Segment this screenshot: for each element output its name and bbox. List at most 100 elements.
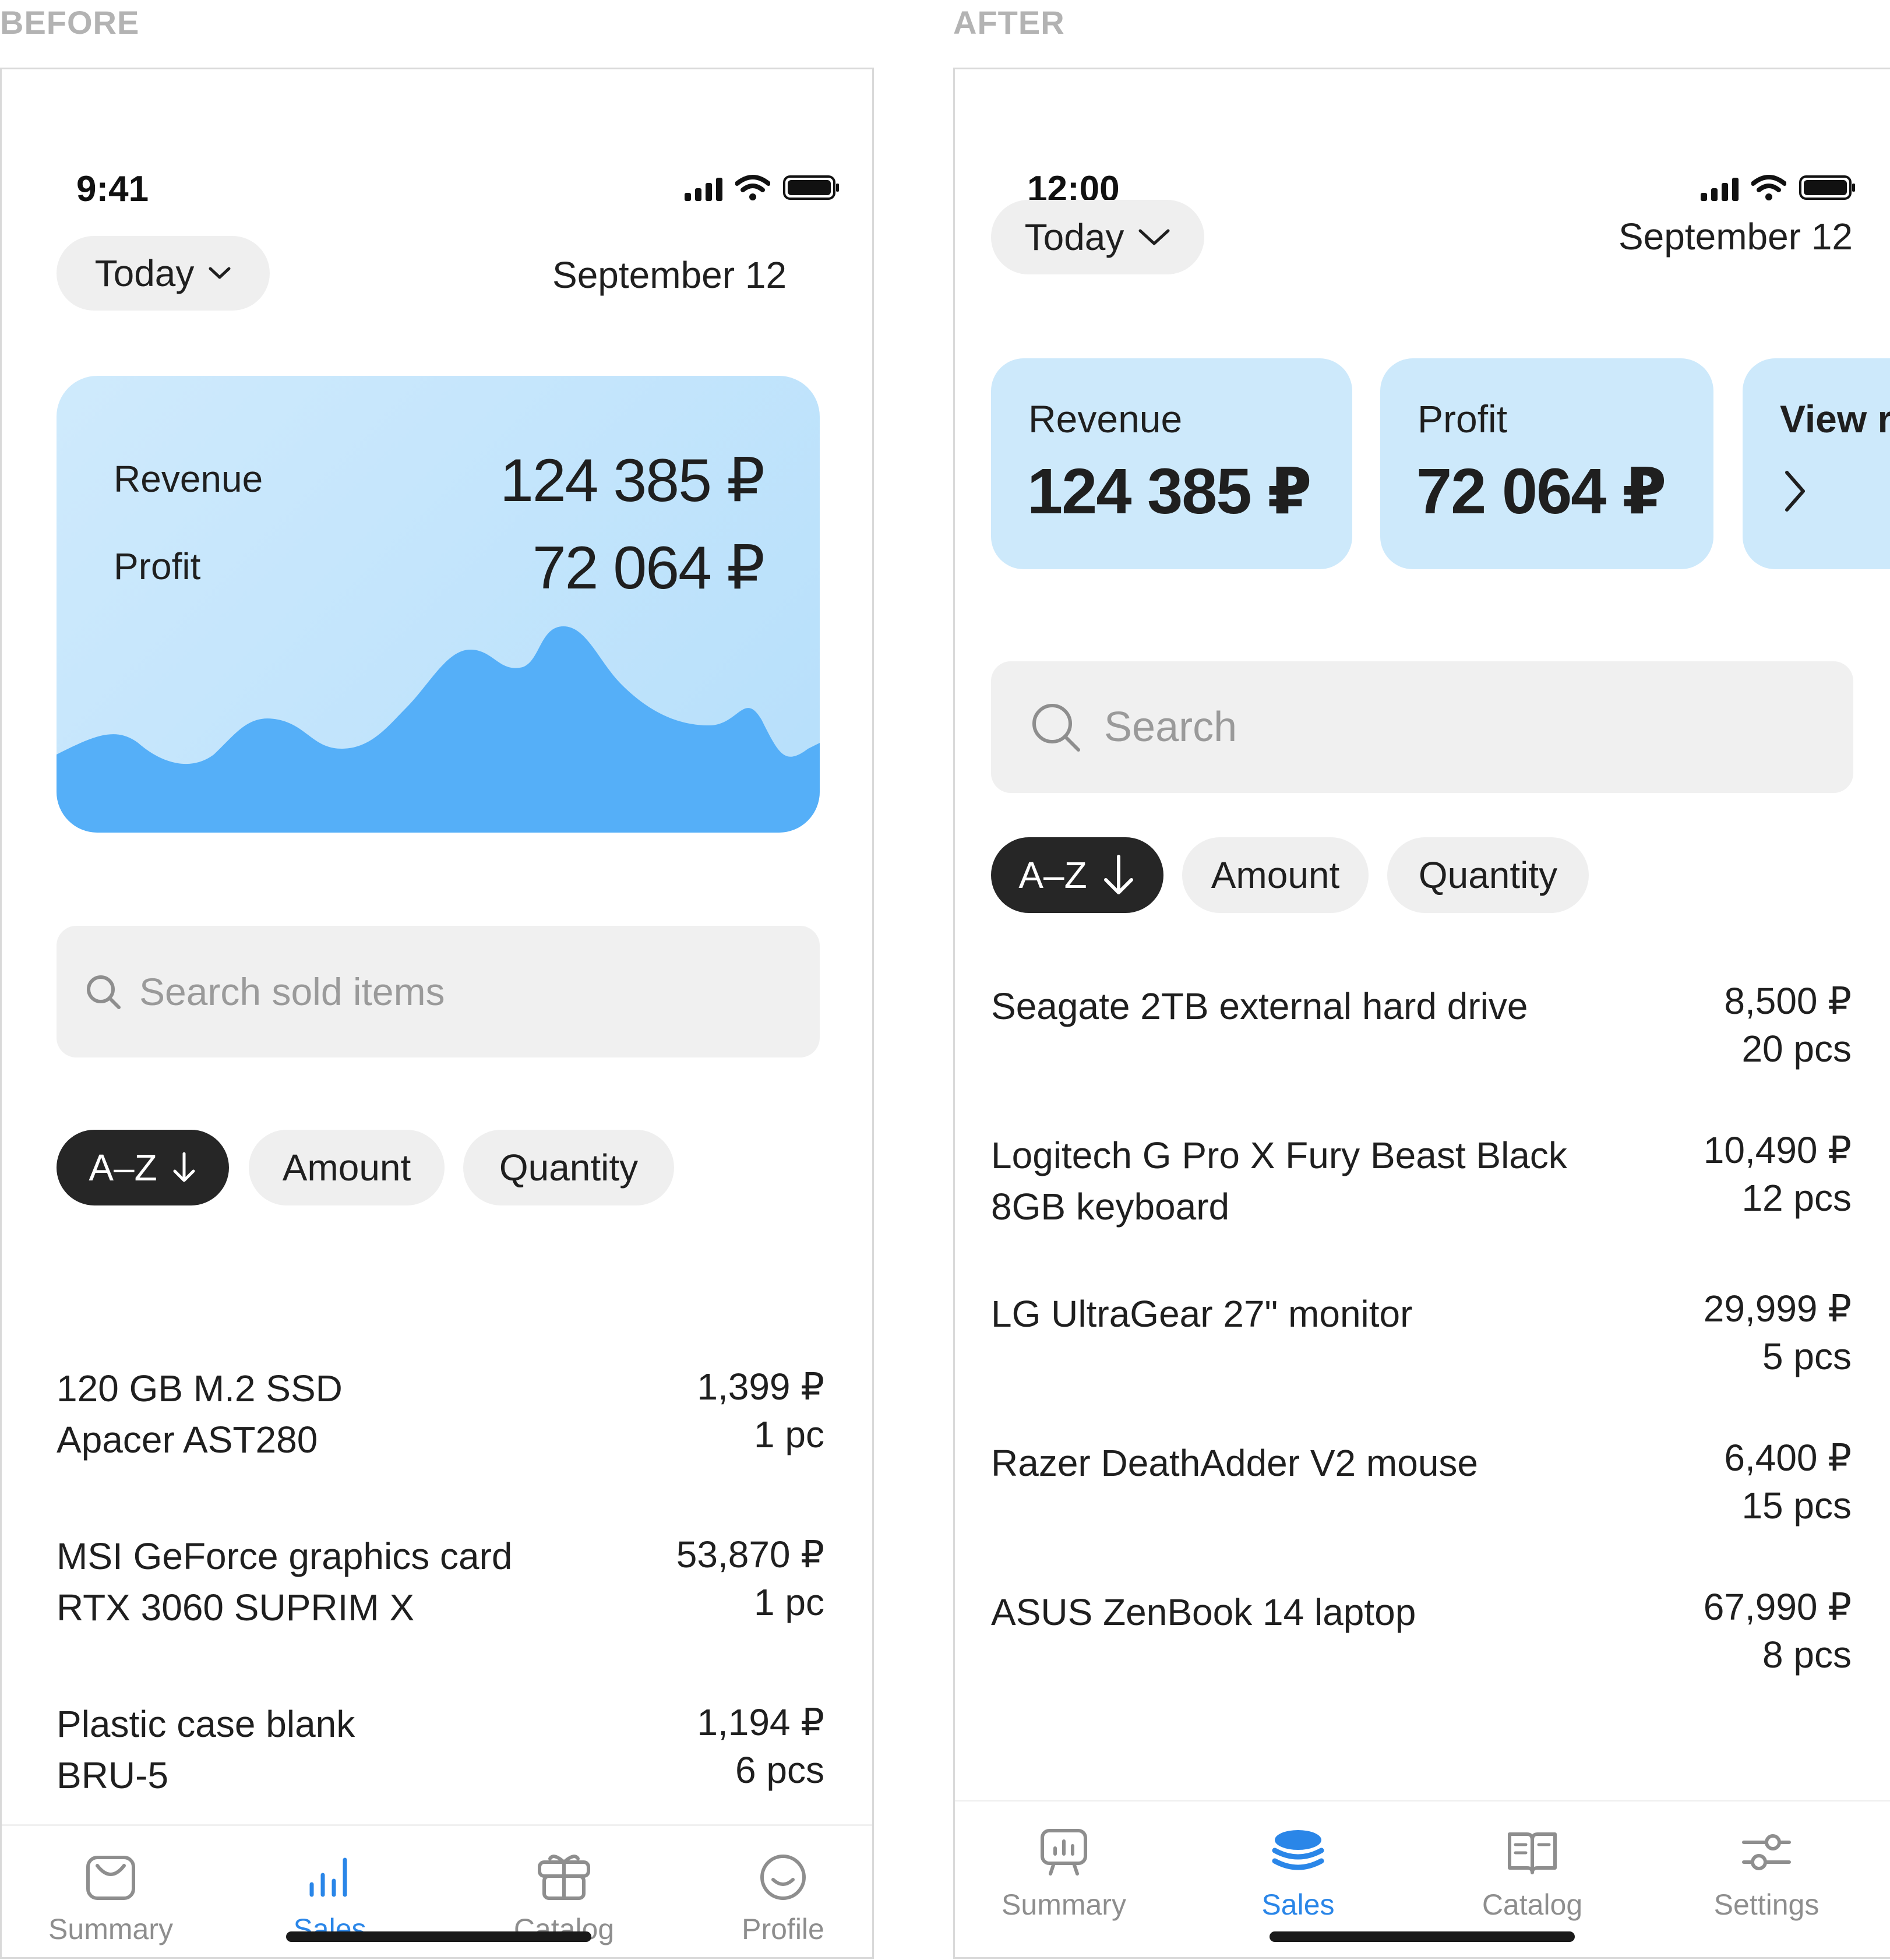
item-name-line2: BRU-5 xyxy=(57,1754,169,1796)
chevron-down-icon xyxy=(1138,229,1170,245)
period-label: Today xyxy=(1024,216,1124,258)
before-phone: 9:41 Today September 12 Revenue 124 385 … xyxy=(0,68,874,1959)
sort-az-chip[interactable]: A–Z xyxy=(991,837,1163,913)
item-name: LG UltraGear 27" monitor xyxy=(991,1293,1413,1335)
item-price: 1,399 ₽ xyxy=(697,1366,824,1408)
search-placeholder: Search sold items xyxy=(139,970,445,1013)
arrow-down-icon xyxy=(173,1152,195,1182)
home-indicator[interactable] xyxy=(1270,1931,1575,1942)
period-label: Today xyxy=(94,252,195,294)
gift-box-icon xyxy=(538,1855,590,1900)
item-name-line2: Apacer AST280 xyxy=(57,1419,318,1461)
item-quantity: 20 pcs xyxy=(1741,1028,1852,1070)
item-name: Plastic case blank xyxy=(57,1703,355,1745)
revenue-label: Revenue xyxy=(1028,397,1183,440)
sort-amount-label: Amount xyxy=(1211,854,1340,896)
revenue-wave-chart xyxy=(57,626,820,833)
date-label: September 12 xyxy=(1618,216,1853,258)
item-price: 53,870 ₽ xyxy=(676,1534,824,1575)
tab-summary-label: Summary xyxy=(48,1913,173,1945)
sort-az-label: A–Z xyxy=(89,1147,157,1189)
item-name: 120 GB M.2 SSD xyxy=(57,1367,343,1409)
item-quantity: 5 pcs xyxy=(1762,1335,1852,1377)
search-input[interactable]: Search xyxy=(991,661,1853,793)
sort-az-chip[interactable]: A–Z xyxy=(57,1130,229,1205)
sort-amount-chip[interactable]: Amount xyxy=(1182,837,1369,913)
profit-label: Profit xyxy=(1418,397,1508,440)
wifi-icon xyxy=(1751,175,1786,200)
item-name: Seagate 2TB external hard drive xyxy=(991,985,1528,1027)
home-indicator[interactable] xyxy=(286,1931,591,1942)
item-name: Razer DeathAdder V2 mouse xyxy=(991,1442,1478,1484)
item-name-line2: 8GB keyboard xyxy=(991,1186,1230,1228)
wifi-icon xyxy=(735,175,770,200)
item-price: 10,490 ₽ xyxy=(1703,1129,1852,1171)
sort-quantity-chip[interactable]: Quantity xyxy=(1387,837,1589,913)
search-placeholder: Search xyxy=(1104,704,1237,750)
summary-card[interactable]: Revenue 124 385 ₽ Profit 72 064 ₽ xyxy=(57,376,820,833)
sliders-icon xyxy=(1742,1834,1791,1870)
status-icons xyxy=(685,174,840,201)
item-quantity: 15 pcs xyxy=(1741,1485,1852,1527)
sort-amount-label: Amount xyxy=(282,1147,411,1189)
item-name-line2: RTX 3060 SUPRIM X xyxy=(57,1587,415,1628)
sort-quantity-label: Quantity xyxy=(1418,854,1558,896)
cellular-signal-icon xyxy=(1701,178,1739,201)
tab-settings-label: Settings xyxy=(1713,1888,1820,1921)
open-book-icon xyxy=(1508,1832,1557,1874)
after-caption: AFTER xyxy=(953,4,1065,41)
shopping-bag-icon xyxy=(86,1856,135,1900)
item-quantity: 12 pcs xyxy=(1741,1177,1852,1219)
item-name: ASUS ZenBook 14 laptop xyxy=(991,1591,1416,1633)
revenue-card[interactable]: Revenue 124 385 ₽ xyxy=(991,358,1352,569)
date-label: September 12 xyxy=(552,254,787,296)
view-report-label: View r xyxy=(1780,397,1890,440)
item-quantity: 1 pc xyxy=(754,1413,824,1455)
tab-summary[interactable]: Summary xyxy=(968,1827,1160,1922)
item-quantity: 8 pcs xyxy=(1762,1634,1852,1676)
view-report-card[interactable]: View r xyxy=(1743,358,1890,569)
search-input[interactable]: Search sold items xyxy=(57,926,820,1057)
item-price: 1,194 ₽ xyxy=(697,1701,824,1743)
period-selector[interactable]: Today xyxy=(57,236,270,311)
arrow-down-icon xyxy=(1103,855,1133,894)
status-icons xyxy=(1701,174,1856,201)
item-name: Logitech G Pro X Fury Beast Black xyxy=(991,1134,1567,1176)
bar-chart-icon xyxy=(309,1857,347,1897)
tab-summary[interactable]: Summary xyxy=(15,1853,207,1946)
profit-card[interactable]: Profit 72 064 ₽ xyxy=(1380,358,1713,569)
sort-az-label: A–Z xyxy=(1018,854,1087,896)
sort-amount-chip[interactable]: Amount xyxy=(249,1130,445,1205)
search-icon xyxy=(1032,704,1080,752)
status-time: 9:41 xyxy=(76,169,149,209)
chevron-down-icon xyxy=(209,267,231,279)
tab-summary-label: Summary xyxy=(1002,1888,1126,1921)
tab-profile-label: Profile xyxy=(742,1913,824,1945)
presentation-chart-icon xyxy=(1041,1829,1087,1876)
period-selector[interactable]: Today xyxy=(991,200,1204,274)
after-phone: 12:00 Today September 12 Revenue 124 385… xyxy=(953,68,1890,1959)
smiley-icon xyxy=(760,1855,806,1900)
battery-icon xyxy=(783,175,839,200)
item-price: 67,990 ₽ xyxy=(1703,1586,1852,1628)
before-caption: BEFORE xyxy=(0,4,140,41)
sort-quantity-label: Quantity xyxy=(499,1147,639,1189)
tab-sales-label: Sales xyxy=(1261,1888,1335,1921)
item-quantity: 1 pc xyxy=(754,1581,824,1623)
tab-catalog-label: Catalog xyxy=(1482,1888,1583,1921)
sort-quantity-chip[interactable]: Quantity xyxy=(463,1130,674,1205)
item-price: 29,999 ₽ xyxy=(1703,1288,1852,1330)
item-quantity: 6 pcs xyxy=(735,1749,824,1791)
item-price: 6,400 ₽ xyxy=(1724,1437,1852,1479)
tab-catalog[interactable]: Catalog xyxy=(1436,1827,1628,1922)
tab-sales[interactable]: Sales xyxy=(1202,1827,1394,1922)
revenue-value: 124 385 ₽ xyxy=(1027,456,1312,527)
tab-settings[interactable]: Settings xyxy=(1670,1827,1863,1922)
chevron-right-icon xyxy=(1785,471,1805,512)
tab-profile[interactable]: Profile xyxy=(687,1853,872,1946)
profit-value: 72 064 ₽ xyxy=(1416,456,1667,527)
coin-stack-icon xyxy=(1272,1830,1324,1870)
search-icon xyxy=(87,975,121,1009)
item-price: 8,500 ₽ xyxy=(1724,980,1852,1022)
cellular-signal-icon xyxy=(685,178,722,201)
